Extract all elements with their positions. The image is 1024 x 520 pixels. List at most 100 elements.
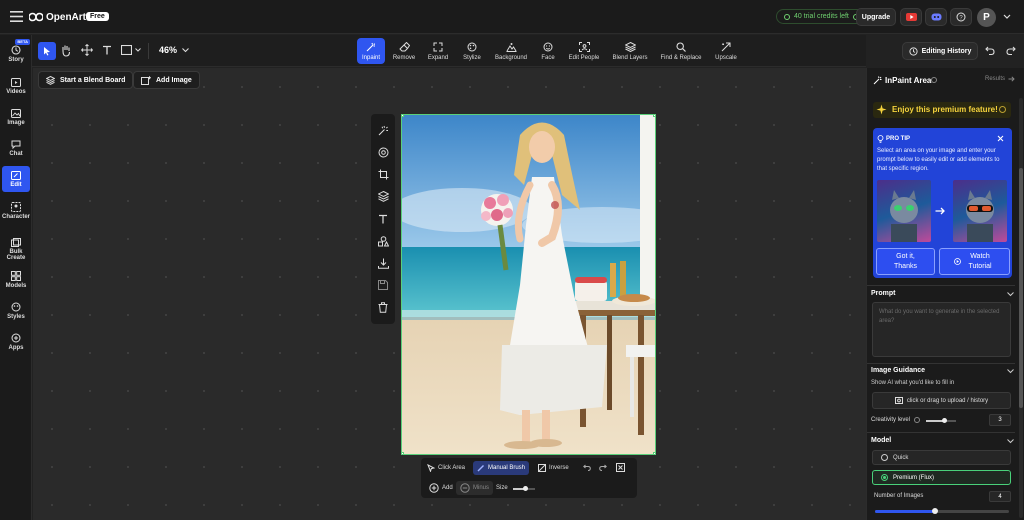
model-option-quick[interactable]: Quick xyxy=(872,450,1011,465)
editing-history-button[interactable]: Editing History xyxy=(902,42,978,60)
undo-icon xyxy=(985,46,995,55)
model-label: Model xyxy=(871,437,892,444)
sidebar-item-bulk-create[interactable]: Bulk Create xyxy=(2,234,30,264)
brush-size-thumb[interactable] xyxy=(522,486,528,491)
download-button[interactable] xyxy=(376,256,390,270)
save-button[interactable] xyxy=(376,278,390,292)
sidebar-item-chat[interactable]: Chat xyxy=(2,135,30,161)
got-it-button[interactable]: Got it, Thanks xyxy=(876,248,935,275)
sidebar-item-story[interactable]: BETA Story xyxy=(2,39,30,67)
move-tool-button[interactable] xyxy=(81,44,93,56)
toolbar-divider xyxy=(148,43,149,59)
tool-blend-layers[interactable]: Blend Layers xyxy=(608,38,652,64)
start-blend-board-button[interactable]: Start a Blend Board xyxy=(38,71,134,89)
redo-stroke-button[interactable] xyxy=(599,464,607,471)
auto-select-button[interactable] xyxy=(376,145,390,159)
section-divider xyxy=(867,432,1015,433)
shape-tool-button[interactable] xyxy=(121,45,141,55)
tool-expand[interactable]: Expand xyxy=(424,38,452,64)
creativity-thumb[interactable] xyxy=(941,418,947,423)
inpaint-icon xyxy=(364,42,378,53)
openart-logo-icon[interactable] xyxy=(29,12,43,22)
click-icon xyxy=(427,464,435,472)
tool-background[interactable]: Background xyxy=(492,38,530,64)
palette-icon xyxy=(465,42,479,53)
sidebar-item-styles[interactable]: Styles xyxy=(2,298,30,324)
inverse-button[interactable]: Inverse xyxy=(534,461,573,475)
sidebar-item-apps[interactable]: Apps xyxy=(2,329,30,355)
undo-stroke-button[interactable] xyxy=(583,464,591,471)
sidebar-item-label: Videos xyxy=(6,88,26,95)
chevron-down-icon[interactable] xyxy=(1007,292,1014,297)
upload-guidance-button[interactable]: click or drag to upload / history xyxy=(872,392,1011,409)
select-tool-button[interactable] xyxy=(38,42,56,60)
zoom-control[interactable]: 46% xyxy=(159,45,189,55)
sidebar-item-edit[interactable]: Edit xyxy=(2,166,30,192)
number-of-images-slider[interactable] xyxy=(875,508,1009,514)
user-avatar[interactable]: P xyxy=(977,8,996,27)
layers-button[interactable] xyxy=(376,189,390,203)
creativity-slider[interactable] xyxy=(926,418,956,423)
number-of-images-thumb[interactable] xyxy=(932,508,939,514)
crop-button[interactable] xyxy=(376,167,390,181)
delete-button[interactable] xyxy=(376,300,390,314)
hand-icon xyxy=(62,45,71,57)
add-image-button[interactable]: Add Image xyxy=(133,71,200,89)
brush-size-slider[interactable] xyxy=(513,486,535,491)
panel-scrollbar[interactable] xyxy=(1019,98,1023,518)
tool-inpaint[interactable]: Inpaint xyxy=(357,38,385,64)
play-icon xyxy=(954,258,961,265)
redo-button[interactable] xyxy=(1006,46,1016,55)
sidebar-item-videos[interactable]: Videos xyxy=(2,73,30,99)
youtube-button[interactable] xyxy=(900,8,922,26)
manual-brush-button[interactable]: Manual Brush xyxy=(473,461,530,475)
pro-tip-title: PRO TIP xyxy=(886,136,911,142)
close-icon[interactable] xyxy=(997,135,1004,142)
help-button[interactable]: ? xyxy=(950,8,972,26)
add-mode-button[interactable]: Add xyxy=(425,481,457,495)
model-option-premium[interactable]: Premium (Flux) xyxy=(872,470,1011,485)
sidebar-item-image[interactable]: Image xyxy=(2,104,30,130)
tool-stylize[interactable]: Stylize xyxy=(458,38,486,64)
creativity-value[interactable]: 3 xyxy=(989,414,1011,426)
results-link[interactable]: Results xyxy=(985,76,1015,82)
tool-remove[interactable]: Remove xyxy=(390,38,418,64)
eraser-icon xyxy=(397,42,411,53)
shapes-button[interactable] xyxy=(376,234,390,248)
info-icon[interactable] xyxy=(931,77,937,83)
undo-button[interactable] xyxy=(985,46,995,55)
tool-edit-people[interactable]: Edit People xyxy=(565,38,603,64)
hand-tool-button[interactable] xyxy=(60,44,72,57)
prompt-input[interactable]: What do you want to generate in the sele… xyxy=(872,302,1011,357)
chevron-down-icon[interactable] xyxy=(1003,14,1011,19)
sidebar-item-label: Character xyxy=(2,214,31,220)
plan-badge: Free xyxy=(86,12,109,21)
watch-tutorial-button[interactable]: Watch Tutorial xyxy=(939,248,1010,275)
minus-mode-button[interactable]: Minus xyxy=(456,481,494,495)
selection-handle[interactable] xyxy=(402,115,404,117)
sidebar-item-character[interactable]: Character xyxy=(2,198,30,224)
chevron-down-icon[interactable] xyxy=(1007,439,1014,444)
sidebar-item-label: Bulk Create xyxy=(6,248,26,261)
app-name[interactable]: OpenArt xyxy=(46,12,86,23)
click-area-button[interactable]: Click Area xyxy=(423,461,469,475)
add-text-button[interactable] xyxy=(376,212,390,226)
clear-mask-button[interactable] xyxy=(616,463,625,472)
credits-indicator[interactable]: 40 trial credits left xyxy=(776,9,867,24)
tool-upscale[interactable]: Upscale xyxy=(711,38,741,64)
models-icon xyxy=(11,271,21,281)
edited-photo[interactable] xyxy=(401,114,656,455)
upgrade-button[interactable]: Upgrade xyxy=(856,8,896,26)
sidebar-item-models[interactable]: Models xyxy=(2,267,30,293)
discord-button[interactable] xyxy=(925,8,947,26)
redo-icon xyxy=(599,464,607,471)
menu-icon[interactable] xyxy=(10,11,23,22)
text-tool-button[interactable] xyxy=(102,45,112,55)
tool-face[interactable]: Face xyxy=(535,38,561,64)
magic-select-button[interactable] xyxy=(376,123,390,137)
text-icon xyxy=(379,214,387,224)
chevron-down-icon[interactable] xyxy=(1007,369,1014,374)
scrollbar-thumb[interactable] xyxy=(1019,168,1023,408)
number-of-images-value[interactable]: 4 xyxy=(989,491,1011,502)
tool-find-replace[interactable]: Find & Replace xyxy=(658,38,704,64)
